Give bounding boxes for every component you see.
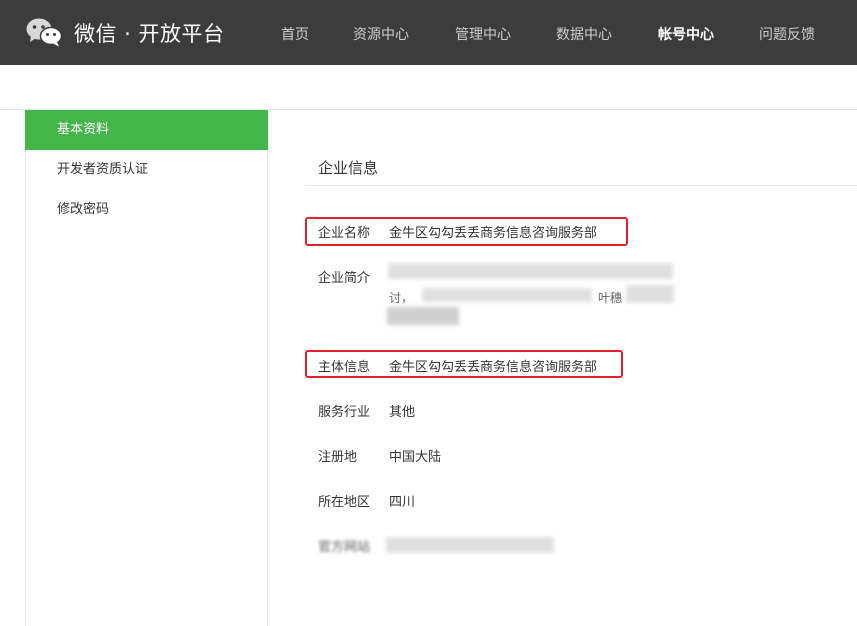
top-navigation-bar: 微信 · 开放平台 首页 资源中心 管理中心 数据中心 帐号中心 问题反馈 [0,0,857,65]
section-title: 企业信息 [318,159,379,177]
nav-account-center[interactable]: 帐号中心 [658,24,714,44]
nav-home[interactable]: 首页 [281,24,309,44]
sidebar-item-basic-info[interactable]: 基本资料 [25,110,268,150]
registered-place-value: 中国大陆 [389,450,442,465]
company-intro-fragment-2: 叶穗 [598,291,623,305]
registered-place-label: 注册地 [318,450,358,465]
nav-resource-center[interactable]: 资源中心 [353,24,409,44]
brand-title[interactable]: 微信 · 开放平台 [74,18,225,48]
company-intro-label: 企业简介 [318,271,371,286]
sidebar-item-change-password[interactable]: 修改密码 [26,190,268,230]
company-intro-fragment: 讨， [389,291,414,305]
website-label: 官方网站 [318,540,371,555]
company-intro-blurred-line-4 [387,307,459,325]
company-intro-blurred-line-1 [388,263,673,279]
subject-info-value: 金牛区勾勾丢丢商务信息咨询服务部 [389,360,598,375]
section-divider [306,185,857,186]
company-intro-blurred-line-3 [626,285,674,303]
nav-data-center[interactable]: 数据中心 [556,24,612,44]
region-label: 所在地区 [318,495,371,510]
nav-management-center[interactable]: 管理中心 [455,24,511,44]
company-name-value: 金牛区勾勾丢丢商务信息咨询服务部 [389,226,598,241]
website-blurred-value [386,537,554,553]
company-name-label: 企业名称 [318,226,371,241]
region-value: 四川 [389,495,416,510]
wechat-logo-icon [26,17,63,51]
sidebar-item-developer-verification[interactable]: 开发者资质认证 [26,150,268,190]
industry-label: 服务行业 [318,405,371,420]
subject-info-label: 主体信息 [318,360,371,375]
nav-feedback[interactable]: 问题反馈 [759,24,815,44]
sidebar: 基本资料 开发者资质认证 修改密码 [25,110,268,626]
company-intro-blurred-line-2 [422,288,592,302]
industry-value: 其他 [389,405,416,420]
